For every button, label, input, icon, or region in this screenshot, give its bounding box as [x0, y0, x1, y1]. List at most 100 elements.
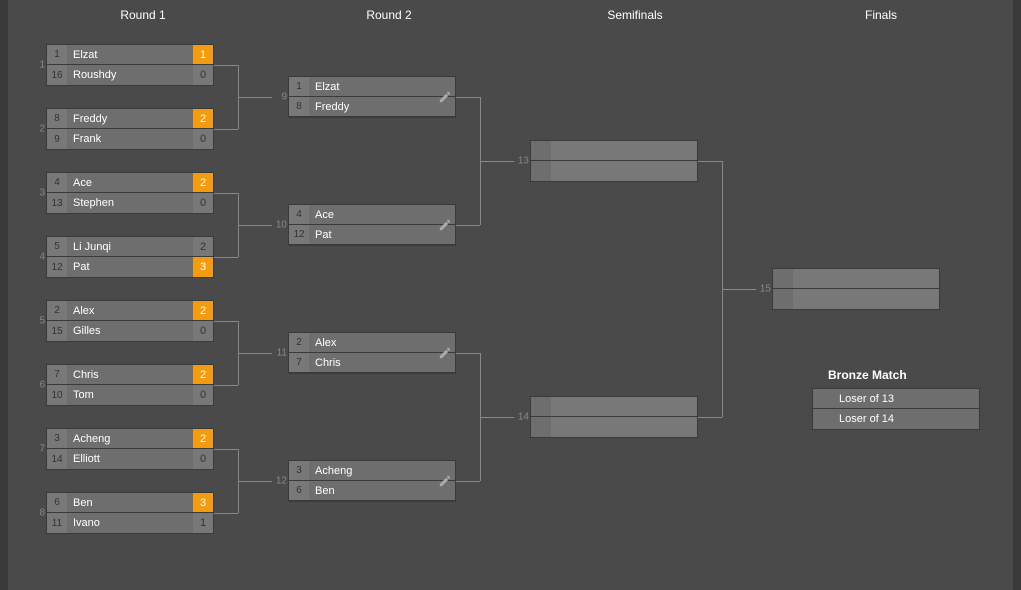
seed-badge: [773, 289, 793, 309]
match-slot: 4Ace: [289, 205, 455, 225]
seed-badge: 1: [289, 77, 309, 96]
match[interactable]: 112Alex7Chris: [288, 332, 456, 374]
match-slot: 14Elliott0: [47, 449, 213, 469]
match[interactable]: 73Acheng214Elliott0: [46, 428, 214, 470]
edit-match-button[interactable]: [433, 461, 457, 501]
seed-badge: 8: [47, 109, 67, 128]
match[interactable]: 45Li Junqi212Pat3: [46, 236, 214, 278]
header-round2: Round 2: [266, 8, 512, 22]
seed-badge: 2: [289, 333, 309, 352]
player-name: Loser of 13: [833, 393, 979, 405]
match[interactable]: 13: [530, 140, 698, 182]
match[interactable]: 67Chris210Tom0: [46, 364, 214, 406]
match-number: 12: [273, 476, 287, 487]
seed-badge: [813, 409, 833, 429]
round-headers: Round 1 Round 2 Semifinals Finals: [8, 8, 1013, 26]
seed-badge: 8: [289, 97, 309, 116]
score-cell: 0: [193, 129, 213, 149]
match[interactable]: 91Elzat8Freddy: [288, 76, 456, 118]
match-number: 9: [273, 92, 287, 103]
score-cell: 1: [193, 45, 213, 64]
player-name: Loser of 14: [833, 413, 979, 425]
score-cell: 3: [193, 257, 213, 277]
score-cell: 2: [193, 301, 213, 320]
match-number: 2: [31, 124, 45, 135]
header-semis: Semifinals: [512, 8, 758, 22]
match-number: 10: [273, 220, 287, 231]
match-slot: [531, 397, 697, 417]
seed-badge: 6: [47, 493, 67, 512]
match[interactable]: 11Elzat116Roushdy0: [46, 44, 214, 86]
match-slot: 2Alex2: [47, 301, 213, 321]
seed-badge: 13: [47, 193, 67, 213]
player-name: Elliott: [67, 453, 193, 465]
match-number: 7: [31, 444, 45, 455]
match[interactable]: 14: [530, 396, 698, 438]
edit-match-button[interactable]: [433, 205, 457, 245]
seed-badge: 10: [47, 385, 67, 405]
player-name: Frank: [67, 133, 193, 145]
player-name: Stephen: [67, 197, 193, 209]
score-cell: 2: [193, 365, 213, 384]
match[interactable]: 28Freddy29Frank0: [46, 108, 214, 150]
match-slot: [773, 269, 939, 289]
pencil-icon: [438, 346, 452, 360]
match-number: 14: [515, 412, 529, 423]
match-slot: 1Elzat: [289, 77, 455, 97]
pencil-icon: [438, 218, 452, 232]
match-number: 1: [31, 60, 45, 71]
player-name: Pat: [67, 261, 193, 273]
match-slot: 13Stephen0: [47, 193, 213, 213]
match-number: 11: [273, 348, 287, 359]
player-name: Elzat: [67, 49, 193, 61]
edit-match-button[interactable]: [433, 333, 457, 373]
match[interactable]: Loser of 13 Loser of 14: [812, 388, 980, 430]
match[interactable]: 104Ace12Pat: [288, 204, 456, 246]
player-name: Alex: [67, 305, 193, 317]
match-slot: Loser of 14: [813, 409, 979, 429]
match-number: 4: [31, 252, 45, 263]
match[interactable]: 86Ben311Ivano1: [46, 492, 214, 534]
score-cell: 0: [193, 385, 213, 405]
match[interactable]: 34Ace213Stephen0: [46, 172, 214, 214]
seed-badge: 6: [289, 481, 309, 500]
seed-badge: [531, 141, 551, 160]
edit-match-button[interactable]: [433, 77, 457, 117]
score-cell: 0: [193, 65, 213, 85]
match-slot: Loser of 13: [813, 389, 979, 409]
match-number: 8: [31, 508, 45, 519]
match-slot: 12Pat3: [47, 257, 213, 277]
match-slot: 4Ace2: [47, 173, 213, 193]
player-name: Gilles: [67, 325, 193, 337]
match[interactable]: 52Alex215Gilles0: [46, 300, 214, 342]
seed-badge: 3: [47, 429, 67, 448]
match[interactable]: 15: [772, 268, 940, 310]
bracket-container: Round 1 Round 2 Semifinals Finals 11Elza…: [8, 0, 1013, 590]
match-number: 3: [31, 188, 45, 199]
seed-badge: 9: [47, 129, 67, 149]
score-cell: 1: [193, 513, 213, 533]
score-cell: 2: [193, 429, 213, 448]
seed-badge: 2: [47, 301, 67, 320]
match[interactable]: 123Acheng6Ben: [288, 460, 456, 502]
match-slot: 8Freddy2: [47, 109, 213, 129]
seed-badge: 14: [47, 449, 67, 469]
match-slot: 3Acheng2: [47, 429, 213, 449]
seed-badge: [813, 389, 833, 408]
seed-badge: 15: [47, 321, 67, 341]
match-slot: 7Chris: [289, 353, 455, 373]
match-slot: [531, 161, 697, 181]
seed-badge: 16: [47, 65, 67, 85]
seed-badge: [531, 397, 551, 416]
match-slot: 1Elzat1: [47, 45, 213, 65]
match-slot: 6Ben: [289, 481, 455, 501]
seed-badge: [773, 269, 793, 288]
score-cell: 0: [193, 193, 213, 213]
player-name: Li Junqi: [67, 241, 193, 253]
match-slot: 3Acheng: [289, 461, 455, 481]
pencil-icon: [438, 474, 452, 488]
match-slot: 7Chris2: [47, 365, 213, 385]
score-cell: 0: [193, 449, 213, 469]
seed-badge: 4: [289, 205, 309, 224]
match-slot: 11Ivano1: [47, 513, 213, 533]
